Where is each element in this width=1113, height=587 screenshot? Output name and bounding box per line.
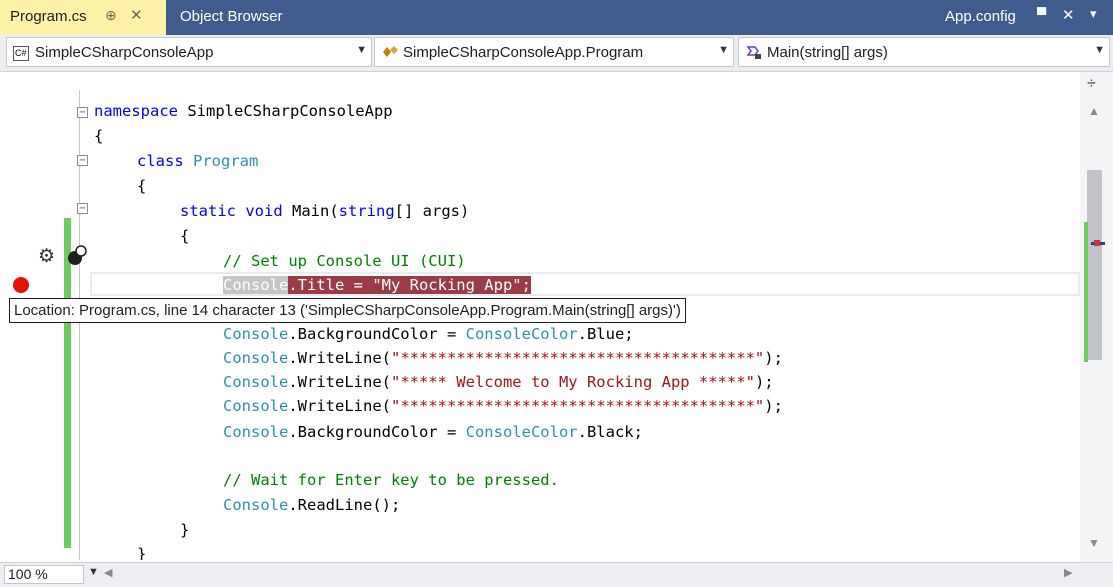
code-token: Console [223,397,289,415]
code-token: Console [223,373,289,391]
code-token: Console [223,276,289,294]
gear-icon[interactable]: ⚙ [38,245,55,268]
code-line[interactable]: } [180,518,189,542]
chevron-down-icon[interactable]: ▼ [88,566,99,578]
split-window-icon[interactable]: ÷ [1087,75,1096,93]
code-line[interactable]: namespace SimpleCSharpConsoleApp [94,99,393,123]
scroll-left-icon[interactable]: ◀ [104,566,112,579]
code-token: [] args) [394,202,470,220]
class-dropdown[interactable]: SimpleCSharpConsoleApp.Program ▼ [374,37,734,67]
class-icon [381,44,399,65]
pin-icon[interactable]: ▀ [1037,7,1046,22]
scroll-right-icon[interactable]: ▶ [1064,566,1072,579]
collapse-method-icon[interactable]: − [77,203,88,214]
scroll-up-icon[interactable]: ▲ [1088,104,1100,118]
code-token: ConsoleColor [465,325,578,343]
code-line[interactable]: { [180,224,189,248]
code-line[interactable]: Console.WriteLine("*********************… [223,346,783,370]
code-token: .ReadLine(); [288,496,401,514]
code-token: .Blue; [577,325,634,343]
code-token: "**************************************" [390,349,765,367]
code-line[interactable]: Console.BackgroundColor = ConsoleColor.B… [223,420,643,444]
code-token: { [137,177,147,195]
code-token: // Set up Console UI (CUI) [223,252,466,270]
code-token: // Wait for Enter key to be pressed. [223,471,559,489]
tab-app-config[interactable]: App.config [945,8,1016,25]
pin-icon[interactable]: ⊕ [105,7,117,24]
code-token: Program [183,152,259,170]
code-token: .BackgroundColor = [288,423,466,441]
method-icon [745,44,763,65]
code-line[interactable]: Console.Title = "My Rocking App"; [223,273,531,297]
code-token: { [180,227,190,245]
code-line[interactable]: { [137,174,146,198]
close-icon[interactable]: ✕ [130,6,143,24]
code-token: static [180,202,236,220]
code-line[interactable]: Console.ReadLine(); [223,493,400,517]
code-token: Console [223,423,289,441]
code-token: ); [764,397,783,415]
code-token: .Black; [577,423,643,441]
code-token: .Title = "My Rocking App"; [288,276,531,294]
code-token: ); [754,373,774,391]
scroll-down-icon[interactable]: ▼ [1088,536,1100,550]
location-tooltip: Location: Program.cs, line 14 character … [9,298,686,323]
code-token: string [338,202,395,220]
code-token: } [180,521,190,539]
editor-bottom-bar [0,562,1113,587]
zoom-level-combo[interactable]: 100 % [4,565,84,584]
code-token: Console [223,496,289,514]
breakpoint-icon[interactable] [13,277,29,293]
code-line[interactable]: { [94,124,103,148]
code-line[interactable]: Console.BackgroundColor = ConsoleColor.B… [223,322,634,346]
code-token: .WriteLine( [288,397,391,415]
code-token: "**************************************" [390,397,765,415]
tab-program-cs-label: Program.cs [10,8,87,25]
code-line[interactable]: // Set up Console UI (CUI) [223,249,466,273]
csharp-project-icon: C# [13,46,29,61]
toggle-breakpoint-icon[interactable] [66,243,88,272]
code-token: .BackgroundColor = [288,325,466,343]
scrollbar-breakpoint-marker [1094,240,1100,246]
code-token: { [94,127,104,145]
code-token: void [236,202,283,220]
code-token: Console [223,325,289,343]
code-line[interactable]: class Program [137,149,258,173]
scrollbar-change-marker [1084,222,1088,362]
class-dropdown-label: SimpleCSharpConsoleApp.Program [403,44,644,61]
code-line[interactable]: // Wait for Enter key to be pressed. [223,468,559,492]
code-token: Console [223,349,289,367]
code-line[interactable]: Console.WriteLine("*********************… [223,394,783,418]
code-line[interactable]: } [137,542,146,560]
chevron-down-icon: ▼ [1094,44,1105,56]
tab-object-browser[interactable]: Object Browser [180,8,283,25]
member-dropdown[interactable]: Main(string[] args) ▼ [738,37,1110,67]
code-token: SimpleCSharpConsoleApp [178,102,393,120]
code-token: class [137,152,184,170]
close-icon[interactable]: ✕ [1062,6,1075,24]
collapse-class-icon[interactable]: − [77,155,88,166]
chevron-down-icon[interactable]: ▾ [1090,6,1097,22]
chevron-down-icon: ▼ [356,44,367,56]
code-token: ); [764,349,783,367]
code-line[interactable]: Console.WriteLine("***** Welcome to My R… [223,370,774,394]
code-token: ConsoleColor [465,423,578,441]
member-dropdown-label: Main(string[] args) [767,44,888,61]
code-token: namespace [94,102,178,120]
code-token: } [137,545,147,560]
collapse-namespace-icon[interactable]: − [77,107,88,118]
project-dropdown[interactable]: C# SimpleCSharpConsoleApp ▼ [6,37,372,67]
project-dropdown-label: SimpleCSharpConsoleApp [35,44,214,61]
code-line[interactable]: static void Main(string[] args) [180,199,469,223]
code-token: .WriteLine( [288,373,391,391]
code-token: .WriteLine( [288,349,391,367]
code-token: "***** Welcome to My Rocking App *****" [390,373,755,391]
chevron-down-icon: ▼ [718,44,729,56]
scrollbar-thumb[interactable] [1087,170,1102,360]
code-token: Main( [282,202,339,220]
